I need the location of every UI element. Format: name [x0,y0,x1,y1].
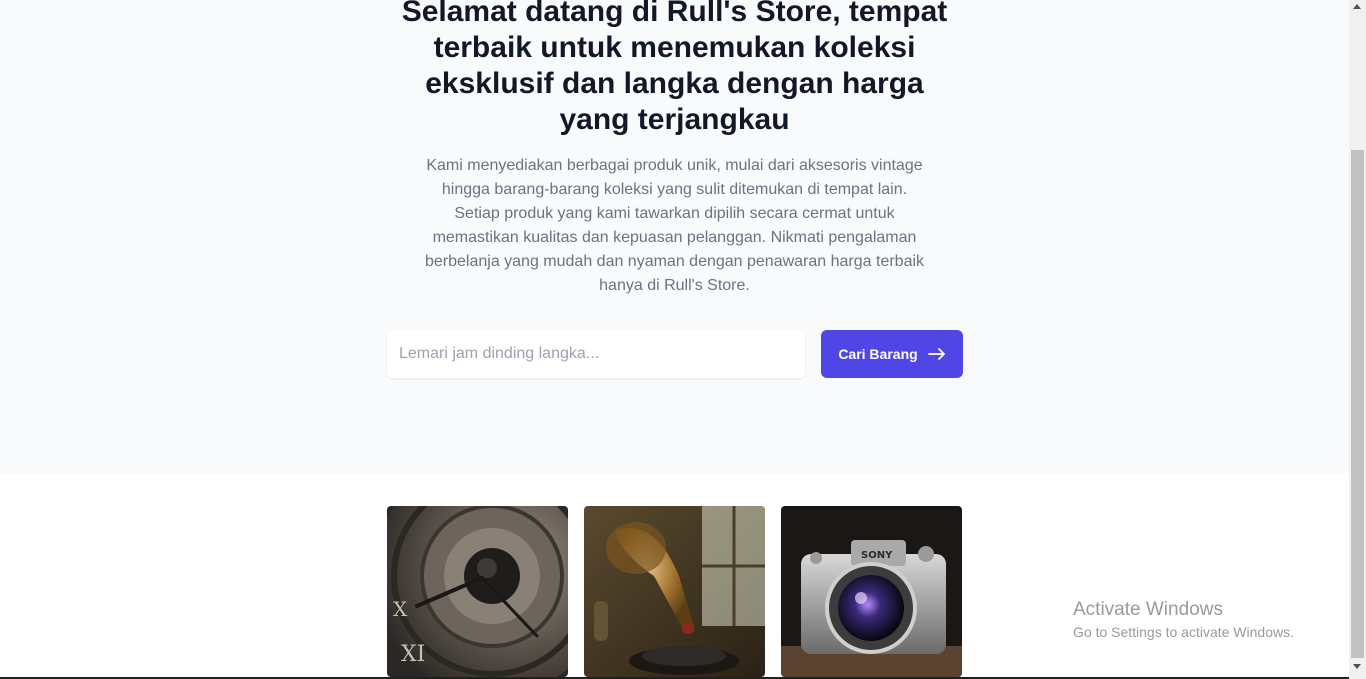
search-button[interactable]: Cari Barang [821,330,963,378]
search-input[interactable] [387,330,805,378]
search-button-label: Cari Barang [838,346,918,362]
watermark-title: Activate Windows [1073,599,1223,620]
scroll-up-arrow-icon[interactable] [1353,4,1361,9]
scroll-down-arrow-icon[interactable] [1353,664,1361,669]
hero-title: Selamat datang di Rull's Store, tempat t… [401,0,948,136]
camera-brand-text: SONY [861,550,893,561]
camera-image: SONY [781,506,962,677]
scrollbar-thumb[interactable] [1351,150,1364,658]
antique-clock-image: XI X [387,506,568,677]
page: Selamat datang di Rull's Store, tempat t… [0,0,1349,679]
svg-text:XI: XI [401,642,425,667]
watermark-subtitle: Go to Settings to activate Windows. [1073,624,1294,640]
product-card-antique-clock[interactable]: XI X [387,506,568,677]
product-card-gramophone[interactable] [584,506,765,677]
arrow-right-icon [927,348,946,360]
product-gallery: XI X SONY [387,506,962,679]
hero-description: Kami menyediakan berbagai produk unik, m… [424,157,925,294]
vertical-scrollbar[interactable] [1349,0,1366,679]
windows-activation-watermark: Activate Windows Go to Settings to activ… [1073,598,1343,642]
svg-text:X: X [393,597,408,621]
gramophone-image [584,506,765,677]
product-card-camera[interactable]: SONY [781,506,962,677]
hero-section: Selamat datang di Rull's Store, tempat t… [0,0,1349,473]
